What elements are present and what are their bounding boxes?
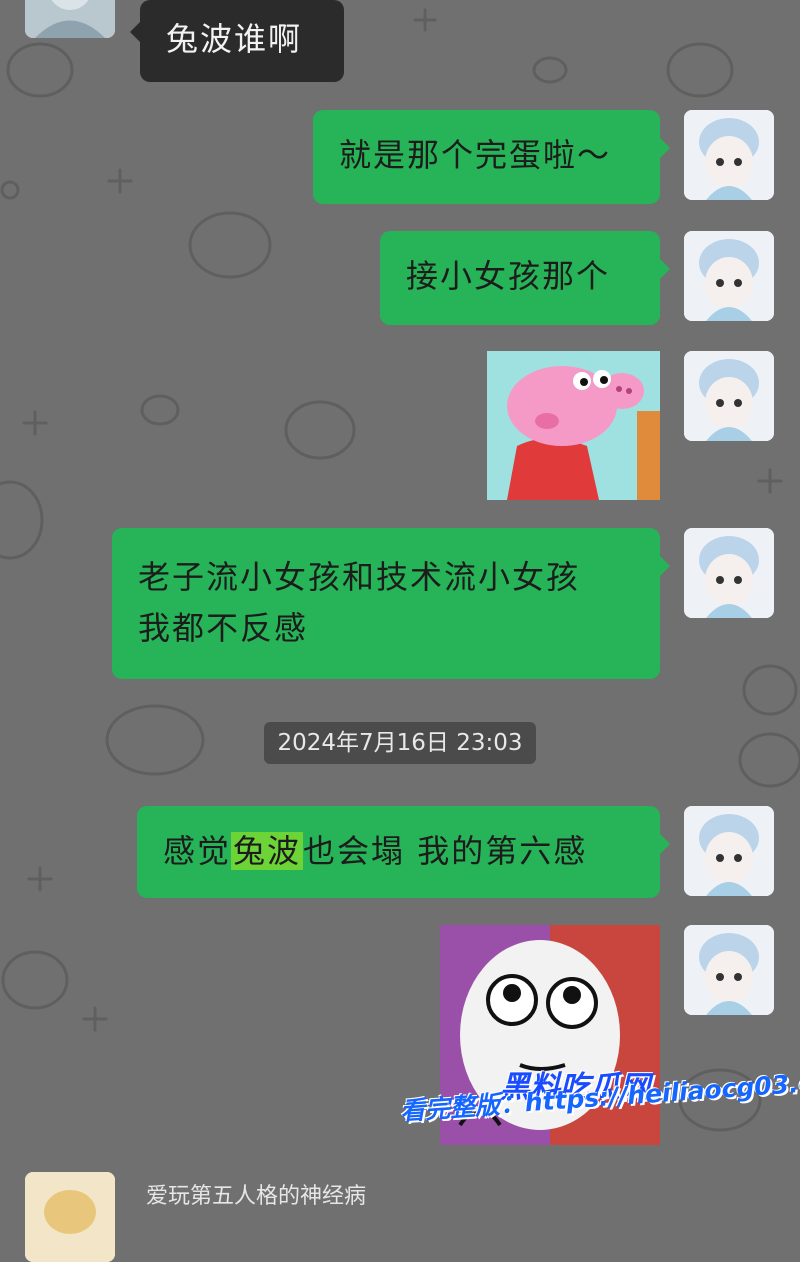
avatar-me[interactable]: [684, 110, 774, 200]
message-text: 接小女孩那个: [406, 257, 611, 295]
highlighted-keyword[interactable]: 兔波: [231, 832, 304, 870]
peppa-pig-sticker[interactable]: [487, 351, 660, 500]
avatar-me[interactable]: [684, 231, 774, 321]
chat-timestamp: 2024年7月16日 23:03: [264, 722, 536, 764]
message-bubble-me[interactable]: 老子流小女孩和技术流小女孩 我都不反感: [112, 528, 670, 679]
message-bubble-me[interactable]: 接小女孩那个: [380, 231, 670, 325]
avatar-me[interactable]: [684, 806, 774, 896]
avatar-me[interactable]: [684, 528, 774, 618]
message-text-part: 也会塌 我的第六感: [303, 832, 588, 870]
sender-name: 爱玩第五人格的神经病: [146, 1184, 367, 1209]
avatar-me[interactable]: [684, 351, 774, 441]
avatar-other[interactable]: [25, 1172, 115, 1262]
message-bubble-me[interactable]: 就是那个完蛋啦～: [313, 110, 670, 204]
avatar-me[interactable]: [684, 925, 774, 1015]
message-text-line: 我都不反感: [138, 609, 309, 648]
message-text: 兔波谁啊: [166, 20, 303, 58]
message-text-part: 感觉: [163, 832, 232, 870]
avatar-other[interactable]: [25, 0, 115, 38]
message-text: 就是那个完蛋啦～: [339, 136, 612, 174]
message-text-line: 老子流小女孩和技术流小女孩: [138, 558, 581, 596]
message-bubble-me[interactable]: 感觉兔波也会塌 我的第六感: [137, 806, 670, 898]
message-bubble-other[interactable]: 兔波谁啊: [130, 0, 344, 82]
